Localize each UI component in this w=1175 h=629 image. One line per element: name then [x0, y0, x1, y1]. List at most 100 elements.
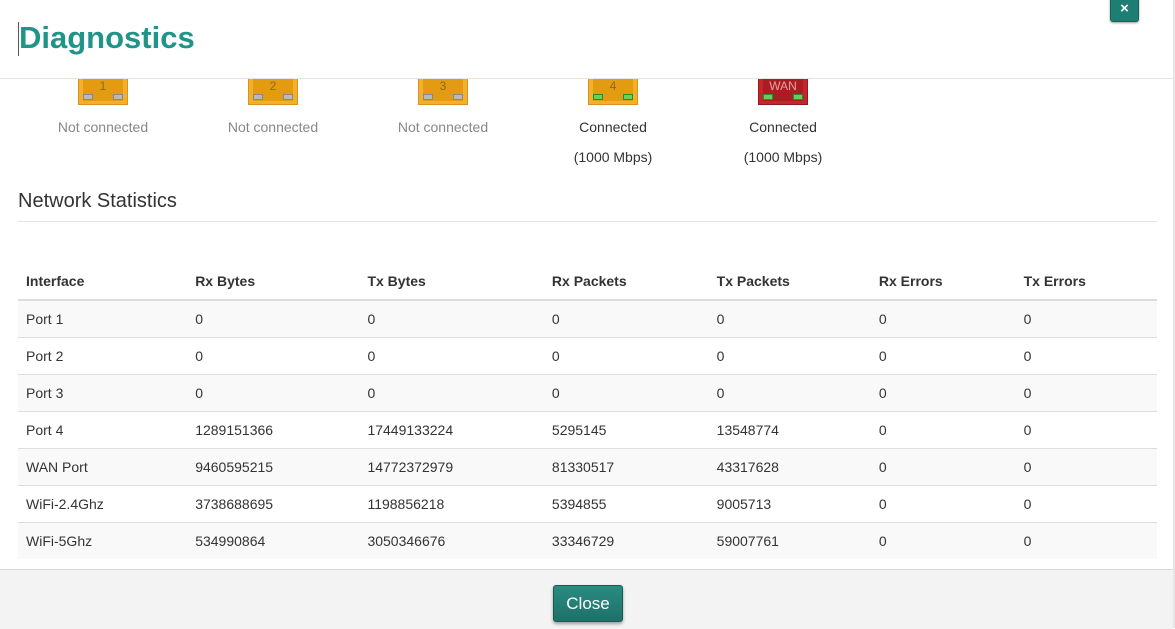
interface-name-cell: Port 3	[18, 374, 188, 412]
stat-value-cell: 1198856218	[359, 485, 544, 523]
stat-value-cell: 14772372979	[359, 448, 544, 486]
network-statistics-title: Network Statistics	[18, 190, 177, 212]
table-row: Port 4 1289151366 17449133224 5295145 135487…	[18, 411, 1157, 449]
stat-value-cell: 3050346676	[359, 522, 544, 559]
link-led-icon	[763, 94, 773, 100]
modal-title: Diagnostics	[19, 20, 195, 55]
port-speed: (1000 Mbps)	[743, 149, 823, 165]
stat-value-cell: 5394855	[543, 485, 709, 523]
section-divider	[18, 221, 1157, 222]
port-status: Not connected	[397, 119, 489, 135]
stat-value-cell: 0	[1015, 374, 1157, 412]
stat-value-cell: 0	[708, 337, 871, 375]
activity-led-icon	[283, 94, 293, 100]
stat-value-cell: 0	[187, 337, 360, 375]
stat-value-cell: 0	[870, 448, 1016, 486]
link-led-icon	[423, 94, 433, 100]
stat-value-cell: 81330517	[543, 448, 709, 486]
link-led-icon	[83, 94, 93, 100]
activity-led-icon	[453, 94, 463, 100]
stat-value-cell: 0	[708, 374, 871, 412]
column-header: Rx Packets	[543, 262, 709, 301]
stat-value-cell: 0	[187, 374, 360, 412]
table-header-row: Interface Rx Bytes Tx Bytes Rx Packets Tx Pa…	[18, 262, 1157, 301]
stat-value-cell: 0	[1015, 337, 1157, 375]
stat-value-cell: 43317628	[708, 448, 871, 486]
column-header: Rx Bytes	[187, 262, 360, 301]
stat-value-cell: 0	[359, 337, 544, 375]
column-header: Tx Errors	[1015, 262, 1157, 301]
column-header: Tx Packets	[708, 262, 871, 301]
link-led-icon	[593, 94, 603, 100]
stat-value-cell: 0	[1015, 485, 1157, 523]
stat-value-cell: 0	[870, 374, 1016, 412]
stat-value-cell: 0	[543, 337, 709, 375]
stat-value-cell: 0	[870, 299, 1016, 338]
table-row: WAN Port 9460595215 14772372979 81330517 433…	[18, 448, 1157, 486]
stat-value-cell: 0	[1015, 411, 1157, 449]
stat-value-cell: 0	[543, 374, 709, 412]
port-number: WAN	[769, 79, 797, 93]
ethernet-port-icon: WAN	[758, 79, 808, 105]
stat-value-cell: 0	[870, 522, 1016, 559]
port-status: Connected	[579, 119, 647, 135]
stat-value-cell: 33346729	[543, 522, 709, 559]
port-3: 3 Not connected	[363, 79, 523, 135]
stat-value-cell: 1289151366	[187, 411, 360, 449]
table-row: Port 2000000	[18, 337, 1157, 375]
diagnostics-modal: Diagnostics × 1 Not connected 2 Not connect…	[0, 0, 1175, 629]
table-row: WiFi-2.4Ghz 3738688695 1198856218 5394855 90…	[18, 485, 1157, 523]
column-header: Rx Errors	[870, 262, 1016, 301]
interface-name-cell: WiFi-5Ghz	[18, 522, 188, 559]
interface-name-cell: Port 4	[18, 411, 188, 449]
close-icon: ×	[1120, 0, 1129, 17]
stat-value-cell: 13548774	[708, 411, 871, 449]
close-button[interactable]: Close	[553, 585, 623, 622]
interface-name-cell: Port 2	[18, 337, 188, 375]
stat-value-cell: 59007761	[708, 522, 871, 559]
stat-value-cell: 0	[870, 337, 1016, 375]
table-row: WiFi-5Ghz 534990864 3050346676 33346729 5900…	[18, 522, 1157, 559]
ethernet-port-icon: 1	[78, 79, 128, 105]
port-speed: (1000 Mbps)	[573, 149, 653, 165]
modal-header: Diagnostics ×	[0, 0, 1173, 79]
stat-value-cell: 0	[708, 299, 871, 338]
interface-name-cell: WAN Port	[18, 448, 188, 486]
stat-value-cell: 17449133224	[359, 411, 544, 449]
table-row: Port 3000000	[18, 374, 1157, 412]
port-wan: WAN Connected (1000 Mbps)	[703, 79, 863, 165]
stat-value-cell: 0	[1015, 522, 1157, 559]
stat-value-cell: 0	[870, 485, 1016, 523]
interface-name-cell: Port 1	[18, 299, 188, 338]
port-1: 1 Not connected	[23, 79, 183, 135]
port-4: 4 Connected (1000 Mbps)	[533, 79, 693, 165]
column-header: Interface	[18, 262, 188, 301]
stat-value-cell: 0	[359, 299, 544, 338]
link-led-icon	[253, 94, 263, 100]
stat-value-cell: 534990864	[187, 522, 360, 559]
port-status: Connected	[749, 119, 817, 135]
port-number: 1	[99, 79, 107, 93]
stat-value-cell: 0	[1015, 299, 1157, 338]
ethernet-port-icon: 3	[418, 79, 468, 105]
close-icon-button[interactable]: ×	[1110, 0, 1139, 22]
port-2: 2 Not connected	[193, 79, 353, 135]
activity-led-icon	[113, 94, 123, 100]
ethernet-port-icon: 2	[248, 79, 298, 105]
table-row: Port 1000000	[18, 299, 1157, 338]
port-number: 3	[439, 79, 447, 93]
stat-value-cell: 0	[187, 299, 360, 338]
stat-value-cell: 9460595215	[187, 448, 360, 486]
stat-value-cell: 3738688695	[187, 485, 360, 523]
port-number: 2	[269, 79, 277, 93]
network-statistics-table: Interface Rx Bytes Tx Bytes Rx Packets Tx Pa…	[18, 262, 1157, 559]
port-status: Not connected	[57, 119, 149, 135]
port-status: Not connected	[227, 119, 319, 135]
stat-value-cell: 5295145	[543, 411, 709, 449]
stat-value-cell: 0	[1015, 448, 1157, 486]
interface-name-cell: WiFi-2.4Ghz	[18, 485, 188, 523]
modal-body: 1 Not connected 2 Not connected 3 Not connect…	[0, 79, 1173, 569]
activity-led-icon	[793, 94, 803, 100]
table-body: Port 1 0 0 0 0 0 0 Port 2 0 0 0 0 0 0 Port 3 0 0 0 0 0 0 Port…	[18, 299, 1157, 559]
column-header: Tx Bytes	[359, 262, 544, 301]
